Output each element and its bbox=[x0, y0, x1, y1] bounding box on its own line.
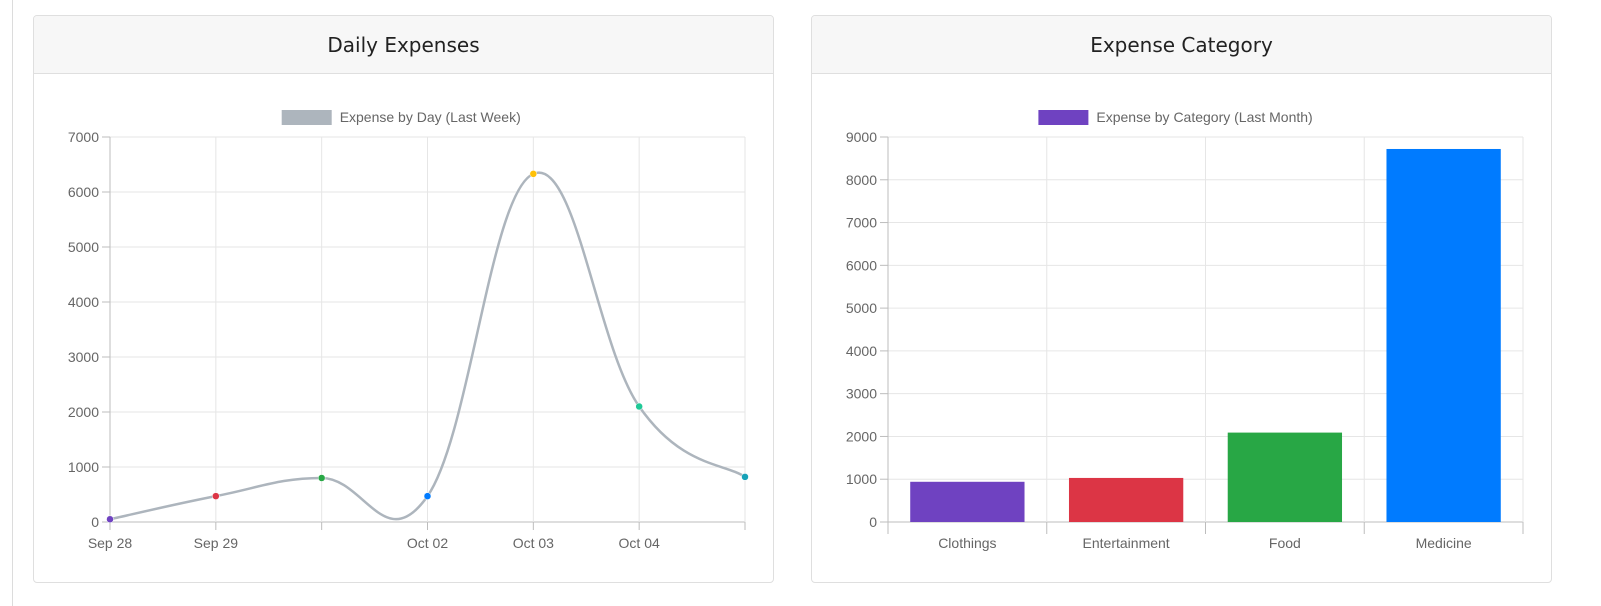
bar-y-tick-label: 7000 bbox=[846, 215, 877, 231]
bar-y-tick-label: 8000 bbox=[846, 172, 877, 188]
category-bar bbox=[1227, 432, 1343, 522]
daily-expense-point bbox=[317, 474, 326, 482]
line-x-tick-label: Sep 29 bbox=[194, 535, 239, 551]
line-y-tick-label: 6000 bbox=[68, 184, 99, 200]
bar-y-tick-label: 2000 bbox=[846, 428, 877, 444]
daily-expenses-title: Daily Expenses bbox=[327, 32, 480, 57]
daily-expense-point bbox=[741, 473, 749, 481]
line-x-tick-label: Sep 28 bbox=[88, 535, 133, 551]
daily-expense-point bbox=[529, 170, 538, 178]
category-legend-label: Expense by Category (Last Month) bbox=[1096, 109, 1312, 125]
daily-expenses-card-body: Expense by Day (Last Week) 0 1000 2000 3000 4… bbox=[34, 74, 773, 582]
bar-y-tick-label: 1000 bbox=[846, 471, 877, 487]
line-y-tick-label: 1000 bbox=[68, 459, 99, 475]
category-legend-swatch bbox=[1038, 110, 1089, 125]
dashboard-page: Daily Expenses Expense by Day (Last Week… bbox=[0, 0, 1601, 606]
line-y-tick-label: 0 bbox=[91, 514, 99, 530]
bar-x-tick-label: Medicine bbox=[1416, 535, 1472, 551]
bar-y-tick-label: 5000 bbox=[846, 300, 877, 316]
expense-category-title: Expense Category bbox=[1090, 32, 1273, 57]
bar-y-tick-label: 9000 bbox=[846, 129, 877, 145]
expense-category-card-header: Expense Category bbox=[812, 16, 1551, 74]
category-bar bbox=[1386, 148, 1501, 522]
daily-expense-point bbox=[106, 515, 114, 523]
daily-legend-label: Expense by Day (Last Week) bbox=[340, 109, 521, 125]
line-y-tick-label: 4000 bbox=[68, 294, 99, 310]
daily-expenses-card-header: Daily Expenses bbox=[34, 16, 773, 74]
line-y-tick-label: 5000 bbox=[68, 239, 99, 255]
bar-y-tick-label: 3000 bbox=[846, 386, 877, 402]
line-x-tick-label: Oct 03 bbox=[513, 535, 554, 551]
category-bar bbox=[1068, 477, 1184, 522]
line-x-tick-label: Oct 04 bbox=[619, 535, 660, 551]
daily-expenses-card: Daily Expenses Expense by Day (Last Week… bbox=[33, 15, 774, 583]
bar-y-tick-label: 0 bbox=[869, 514, 877, 530]
daily-expenses-line-chart: Expense by Day (Last Week) 0 1000 2000 3000 4… bbox=[68, 109, 749, 551]
bar-y-tick-label: 4000 bbox=[846, 343, 877, 359]
line-y-tick-label: 2000 bbox=[68, 404, 99, 420]
bar-x-tick-label: Entertainment bbox=[1083, 535, 1170, 551]
expense-category-card-body: Expense by Category (Last Month) 0 1000 200… bbox=[812, 74, 1551, 582]
bar-x-tick-label: Clothings bbox=[938, 535, 996, 551]
bar-x-tick-label: Food bbox=[1269, 535, 1301, 551]
line-x-tick-label: Oct 02 bbox=[407, 535, 448, 551]
left-divider bbox=[12, 0, 13, 606]
expense-category-card: Expense Category Expense by Category (La… bbox=[811, 15, 1552, 583]
line-y-tick-label: 7000 bbox=[68, 129, 99, 145]
daily-expense-point bbox=[212, 492, 220, 500]
expense-category-bar-chart: Expense by Category (Last Month) 0 1000 200… bbox=[846, 109, 1524, 551]
daily-expense-point bbox=[423, 492, 432, 500]
daily-legend-swatch bbox=[281, 110, 332, 125]
line-y-tick-label: 3000 bbox=[68, 349, 99, 365]
category-bar bbox=[910, 481, 1025, 522]
daily-expense-point bbox=[635, 402, 643, 411]
bar-y-tick-label: 6000 bbox=[846, 257, 877, 273]
